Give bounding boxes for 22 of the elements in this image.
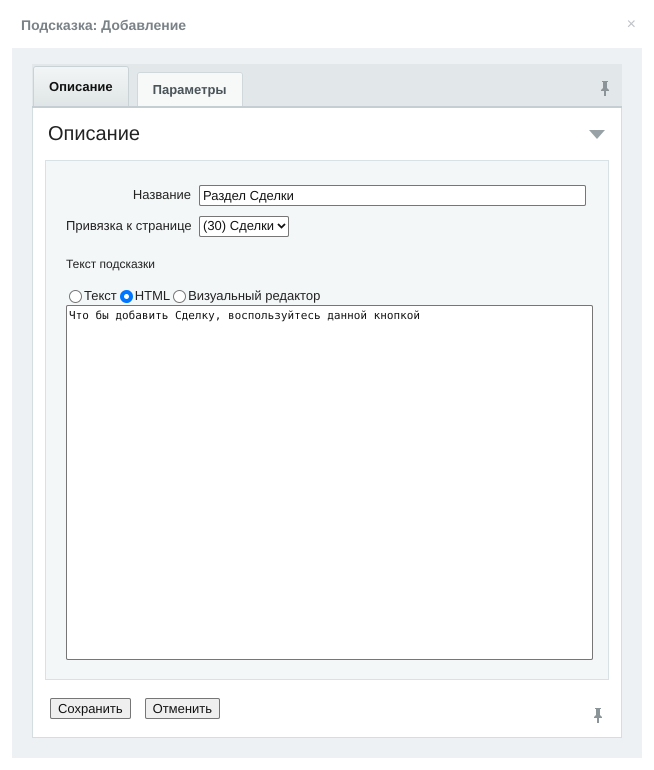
page-label: Привязка к странице: [66, 217, 193, 236]
chevron-down-icon: [277, 223, 286, 229]
page-select[interactable]: (30) Сделки: [199, 216, 290, 236]
radio-label: Визуальный редактор: [188, 287, 320, 306]
tab[interactable]: Параметры: [136, 72, 242, 106]
collapse-arrow-icon[interactable]: [589, 130, 605, 138]
radio-button[interactable]: [120, 290, 133, 302]
pin-icon[interactable]: [593, 707, 603, 723]
pin-icon[interactable]: [600, 80, 610, 96]
section-title: Описание: [48, 122, 140, 147]
text-label: Текст подсказки: [66, 256, 156, 273]
tab[interactable]: Описание: [33, 66, 129, 106]
window-title: Подсказка: Добавление: [21, 16, 186, 35]
radio-label: Текст: [84, 287, 117, 306]
form-button[interactable]: Отменить: [144, 698, 220, 718]
form-button[interactable]: Сохранить: [50, 698, 131, 718]
radio-label: HTML: [134, 287, 170, 306]
radio-button[interactable]: [69, 290, 82, 302]
name-label: Название: [132, 186, 192, 204]
name-field[interactable]: Раздел Сделки: [199, 184, 586, 206]
radio-button[interactable]: [173, 290, 186, 302]
text-area[interactable]: Что бы добавить Сделку, воспользуйтесь данной кнопкой: [66, 305, 593, 660]
